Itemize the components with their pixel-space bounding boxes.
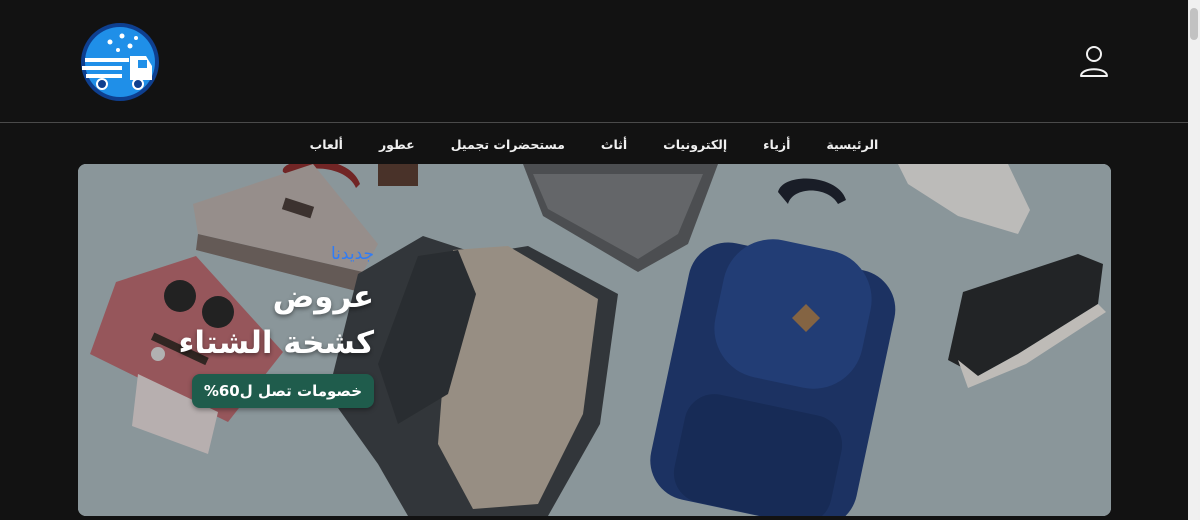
scrollbar-thumb[interactable] [1190,8,1198,40]
nav-item-cosmetics[interactable]: مستحضرات تجميل [451,137,565,152]
site-header [0,0,1188,122]
nav-item-home[interactable]: الرئيسية [826,137,878,152]
hero-title-line2: كشخة الشتاء [178,325,374,361]
nav-item-electronics[interactable]: إلكترونيات [663,137,727,152]
hero-text-block: جديدنا عروض كشخة الشتاء خصومات تصل ل60% [179,244,374,408]
logo-icon[interactable] [80,22,160,102]
nav-item-fashion[interactable]: أزياء [763,137,790,152]
scrollbar-track[interactable] [1188,0,1200,520]
nav-item-toys[interactable]: ألعاب [310,137,343,152]
hero-tagline: جديدنا [331,244,374,264]
discount-button[interactable]: خصومات تصل ل60% [191,374,374,408]
hero-banner[interactable]: جديدنا عروض كشخة الشتاء خصومات تصل ل60% [78,164,1111,516]
nav-item-perfumes[interactable]: عطور [379,137,415,152]
header-divider [0,122,1188,123]
hero-title-line1: عروض [272,279,374,315]
nav-item-furniture[interactable]: أثاث [601,137,627,152]
user-icon[interactable] [1078,44,1110,78]
main-nav: الرئيسية أزياء إلكترونيات أثاث مستحضرات … [0,126,1188,162]
